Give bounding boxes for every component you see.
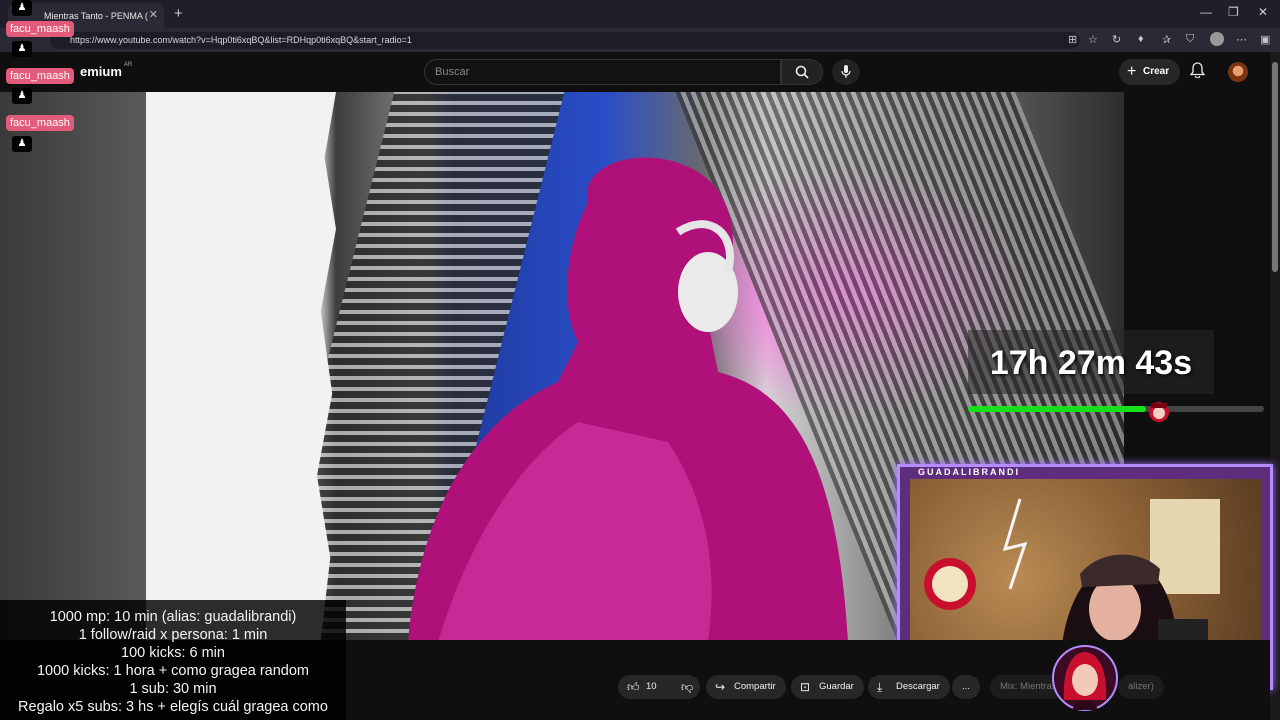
- browser-tab-bar: Mientras Tanto - PENMA (Vis ✕ + — ❐ ✕: [0, 0, 1280, 28]
- torn-paper: [146, 92, 336, 640]
- left-sidebar-area: [0, 92, 146, 640]
- microphone-icon[interactable]: [832, 59, 860, 85]
- search-icon[interactable]: [781, 59, 823, 85]
- goal-line: 100 kicks: 6 min: [121, 645, 225, 661]
- minimize-icon[interactable]: —: [1200, 5, 1212, 19]
- more-actions-button[interactable]: ...: [952, 675, 980, 699]
- streamer-avatar-overlay: [1052, 645, 1118, 711]
- chat-username: facu_maash: [6, 115, 74, 131]
- favorites-icon[interactable]: ✰: [1162, 33, 1171, 46]
- chat-badge-icon: ♟: [12, 136, 32, 152]
- tab-title: Mientras Tanto - PENMA (Vis: [44, 10, 148, 21]
- goal-line: 1000 kicks: 1 hora + como gragea random: [36, 663, 310, 679]
- chat-username: facu_maash: [6, 21, 74, 37]
- mix-playlist-suffix: alizer): [1118, 675, 1164, 699]
- timer-progress-fill: [968, 406, 1146, 412]
- thumbs-up-icon: 👍︎: [627, 680, 640, 694]
- bookmark-icon: ⊡: [800, 680, 811, 694]
- download-icon: ⤓: [877, 680, 883, 694]
- refresh-icon[interactable]: ↻: [1112, 33, 1121, 46]
- timer-progress-bar: [968, 406, 1264, 412]
- share-button[interactable]: ↪ Compartir: [706, 675, 786, 699]
- save-button[interactable]: ⊡ Guardar: [791, 675, 864, 699]
- chat-badge-icon: ♟: [12, 88, 32, 104]
- account-avatar[interactable]: [1228, 62, 1248, 82]
- goal-line: 1 follow/raid x persona: 1 min: [78, 627, 268, 643]
- create-button[interactable]: + Crear: [1119, 59, 1180, 85]
- close-icon[interactable]: ✕: [149, 8, 158, 21]
- bell-icon[interactable]: [1189, 62, 1206, 82]
- streamer-mini-avatar: [1149, 402, 1169, 422]
- maximize-icon[interactable]: ❐: [1228, 5, 1239, 19]
- plus-icon: +: [1127, 63, 1137, 80]
- star-icon[interactable]: ☆: [1088, 33, 1098, 46]
- goals-panel: 1000 mp: 10 min (alias: guadalibrandi) 1…: [0, 600, 346, 720]
- dislike-button[interactable]: 👎︎: [672, 675, 700, 699]
- download-button[interactable]: ⤓ Descargar: [868, 675, 950, 699]
- chat-badge-icon: ♟: [12, 41, 32, 57]
- apps-icon[interactable]: ⊞: [1068, 33, 1077, 46]
- streamer-name: GUADALIBRANDI: [918, 467, 1020, 477]
- goal-line: 1000 mp: 10 min (alias: guadalibrandi): [49, 609, 297, 625]
- subathon-timer: 17h 27m 43s: [968, 330, 1214, 394]
- search-input[interactable]: Buscar: [424, 59, 781, 85]
- new-tab-icon[interactable]: +: [174, 5, 183, 22]
- thumbs-down-icon: 👎︎: [681, 680, 694, 694]
- url-field[interactable]: https://www.youtube.com/watch?v=Hqp0ti6x…: [50, 32, 1080, 49]
- goal-line: 1 sub: 30 min: [129, 681, 217, 697]
- scrollbar-thumb[interactable]: [1272, 62, 1278, 272]
- extension-icon[interactable]: ♦: [1138, 33, 1144, 45]
- chat-badge-icon: ♟: [12, 0, 32, 16]
- person-figure: [408, 157, 848, 640]
- shield-icon[interactable]: ⛉: [1186, 33, 1194, 46]
- menu-dots-icon[interactable]: ⋯: [1236, 33, 1247, 46]
- sidebar-icon[interactable]: ▣: [1260, 33, 1270, 46]
- window-close-icon[interactable]: ✕: [1258, 5, 1268, 19]
- youtube-logo[interactable]: emium AR: [80, 62, 132, 79]
- share-icon: ↪: [715, 680, 726, 694]
- chat-username: facu_maash: [6, 68, 74, 84]
- goal-line: Regalo x5 subs: 3 hs + elegís cuál grage…: [18, 699, 328, 715]
- profile-avatar[interactable]: [1210, 32, 1224, 46]
